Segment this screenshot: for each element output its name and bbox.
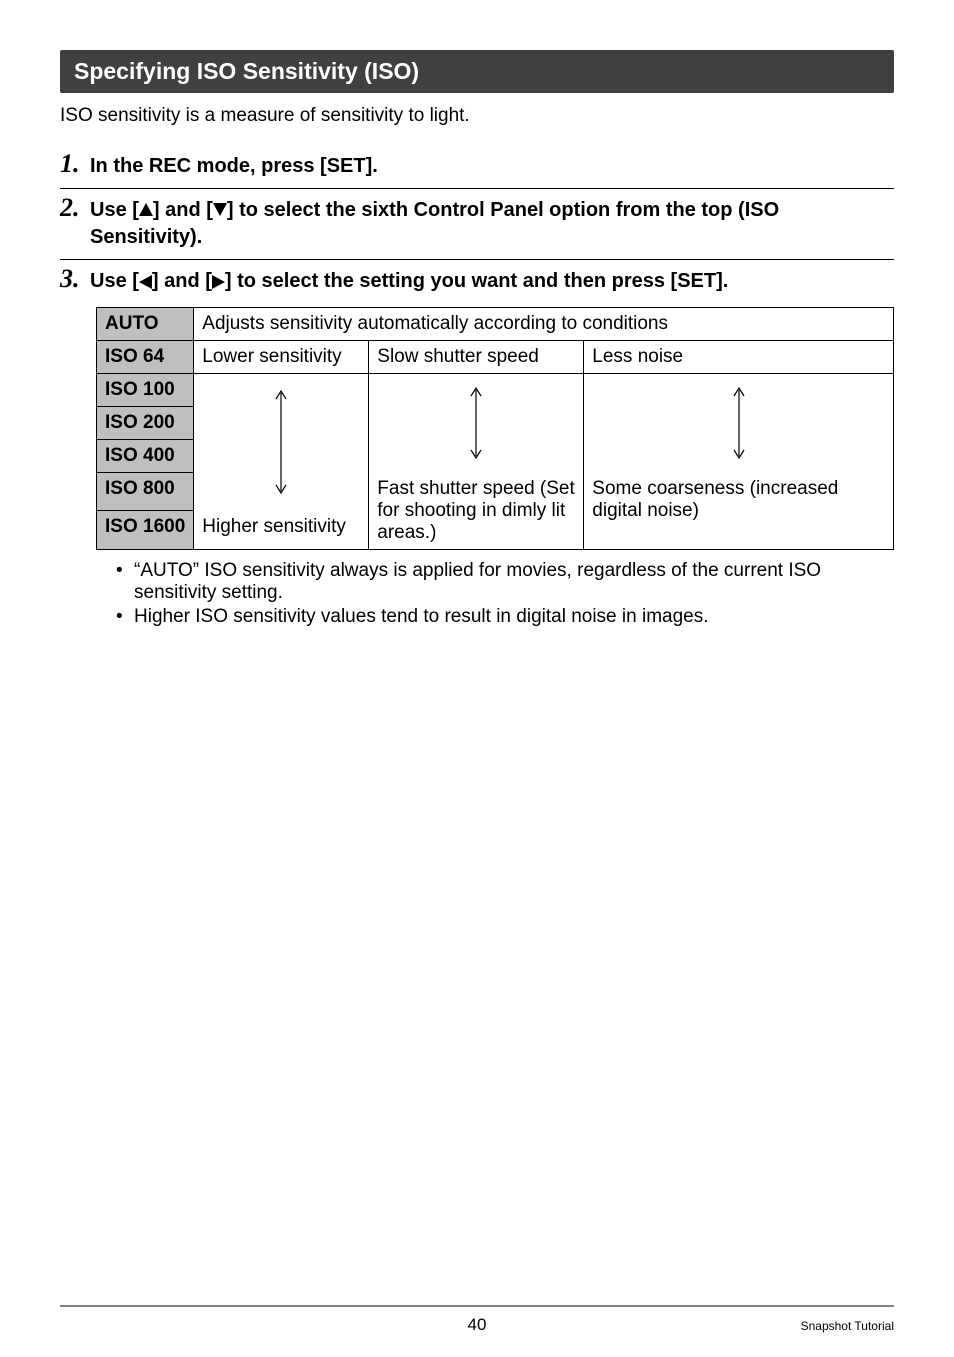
note-text: Higher ISO sensitivity values tend to re… — [134, 606, 709, 628]
page-number: 40 — [60, 1315, 894, 1335]
left-arrow-icon — [139, 275, 152, 289]
double-arrow-icon — [468, 384, 484, 462]
double-arrow-icon — [273, 387, 289, 497]
bullet-icon: • — [116, 606, 134, 628]
text-segment: ] to select the setting you want and the… — [225, 270, 728, 292]
down-arrow-icon — [213, 203, 227, 216]
intro-text: ISO sensitivity is a measure of sensitiv… — [60, 105, 894, 127]
text-segment: ] and [ — [152, 270, 212, 292]
shutter-top: Slow shutter speed — [369, 341, 584, 374]
step-2: 2. Use [] and [] to select the sixth Con… — [60, 189, 894, 260]
iso-label-200: ISO 200 — [97, 407, 194, 440]
iso-label-800: ISO 800 — [97, 473, 194, 511]
step-text: In the REC mode, press [SET]. — [90, 151, 378, 180]
iso-label-400: ISO 400 — [97, 440, 194, 473]
step-text: Use [ ] and [ ] to select the setting you … — [90, 266, 728, 295]
up-arrow-icon — [139, 203, 153, 216]
shutter-bottom: Fast shutter speed (Set for shooting in … — [369, 473, 584, 550]
shutter-arrow-cell — [369, 374, 584, 473]
iso-label-100: ISO 100 — [97, 374, 194, 407]
noise-top: Less noise — [584, 341, 894, 374]
text-segment: ] and [ — [153, 199, 213, 221]
iso-table: AUTO Adjusts sensitivity automatically a… — [96, 307, 894, 550]
step-text: Use [] and [] to select the sixth Contro… — [90, 195, 894, 251]
double-arrow-icon — [731, 384, 747, 462]
right-arrow-icon — [212, 275, 225, 289]
step-number: 3. — [60, 266, 90, 292]
table-row: ISO 64 Lower sensitivity Slow shutter sp… — [97, 341, 894, 374]
iso-label-64: ISO 64 — [97, 341, 194, 374]
section-title: Specifying ISO Sensitivity (ISO) — [60, 50, 894, 93]
note-text: “AUTO” ISO sensitivity always is applied… — [134, 560, 894, 604]
table-row: ISO 100 — [97, 374, 894, 407]
sensitivity-top: Lower sensitivity — [194, 341, 369, 374]
step-1: 1. In the REC mode, press [SET]. — [60, 145, 894, 189]
noise-bottom: Some coarseness (increased digital noise… — [584, 473, 894, 550]
note-item: • “AUTO” ISO sensitivity always is appli… — [116, 560, 894, 604]
text-segment: Use [ — [90, 270, 139, 292]
page-footer: 40 Snapshot Tutorial — [60, 1305, 894, 1343]
noise-arrow-cell — [584, 374, 894, 473]
chapter-label: Snapshot Tutorial — [801, 1319, 894, 1333]
sensitivity-bottom: Higher sensitivity — [194, 511, 369, 549]
sensitivity-arrow-cell — [194, 374, 369, 511]
iso-label-1600: ISO 1600 — [97, 511, 194, 549]
notes-list: • “AUTO” ISO sensitivity always is appli… — [60, 550, 894, 628]
note-item: • Higher ISO sensitivity values tend to … — [116, 606, 894, 628]
table-row: AUTO Adjusts sensitivity automatically a… — [97, 308, 894, 341]
step-number: 1. — [60, 151, 90, 177]
step-number: 2. — [60, 195, 90, 221]
text-segment: Use [ — [90, 199, 139, 221]
iso-label-auto: AUTO — [97, 308, 194, 341]
auto-description: Adjusts sensitivity automatically accord… — [194, 308, 894, 341]
step-3: 3. Use [ ] and [ ] to select the setting y… — [60, 260, 894, 303]
bullet-icon: • — [116, 560, 134, 604]
